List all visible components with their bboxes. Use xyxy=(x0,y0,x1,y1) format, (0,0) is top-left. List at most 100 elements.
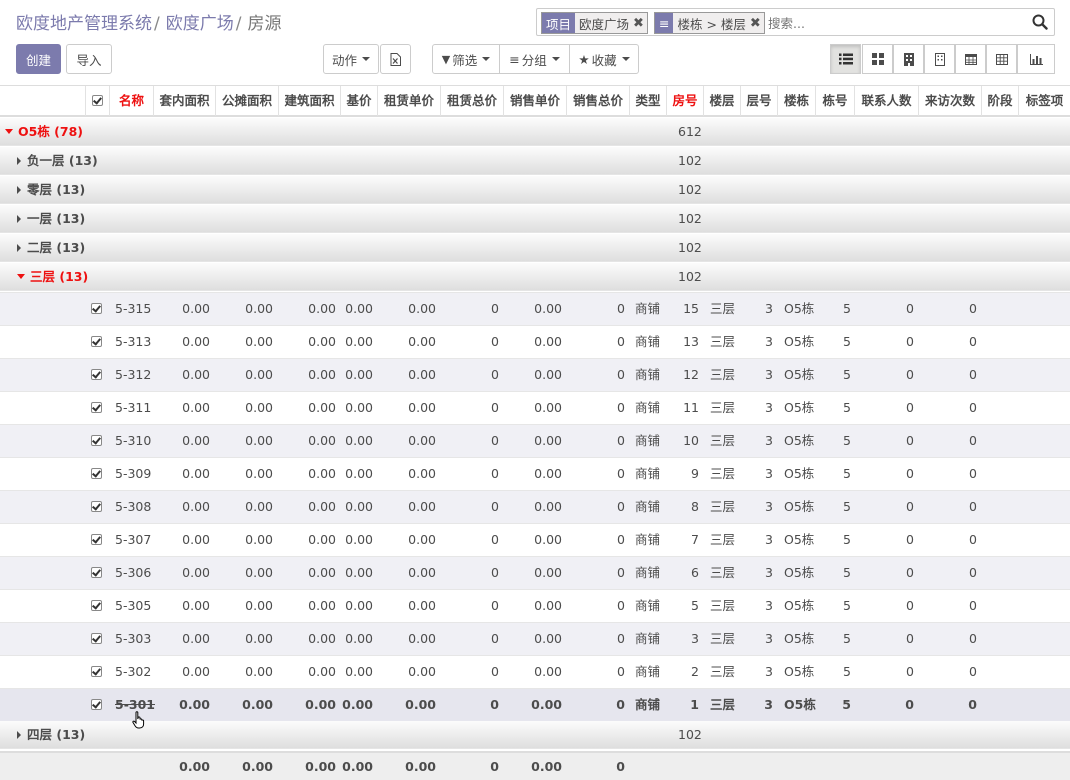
cell-floor-number: 3 xyxy=(765,400,773,415)
cell-sale-unit-price: 0.00 xyxy=(534,400,562,415)
col-base-price[interactable]: 基价 xyxy=(341,86,378,116)
row-checkbox[interactable] xyxy=(91,534,102,545)
row-checkbox[interactable] xyxy=(91,567,102,578)
cell-inner-area: 0.00 xyxy=(182,532,210,547)
cell-building-area: 0.00 xyxy=(308,664,336,679)
col-type[interactable]: 类型 xyxy=(630,86,667,116)
group-row-floor[interactable]: 负一层 (13) 102 xyxy=(0,147,1070,175)
row-checkbox[interactable] xyxy=(91,369,102,380)
cell-building: O5栋 xyxy=(784,598,815,613)
col-building[interactable]: 楼栋 xyxy=(778,86,816,116)
select-all-checkbox[interactable] xyxy=(92,95,103,106)
table-row[interactable]: 5-313 0.00 0.00 0.00 0.00 0.00 0 0.00 0 商铺 13 三层 3 O5… xyxy=(0,325,1070,358)
table-row[interactable]: 5-307 0.00 0.00 0.00 0.00 0.00 0 0.00 0 商铺 7 三层 3 O5栋… xyxy=(0,523,1070,556)
table-row[interactable]: 5-303 0.00 0.00 0.00 0.00 0.00 0 0.00 0 商铺 3 三层 3 O5栋… xyxy=(0,622,1070,655)
cell-rent-total: 0 xyxy=(491,334,499,349)
cell-building-area: 0.00 xyxy=(308,367,336,382)
group-row-floor[interactable]: 二层 (13) 102 xyxy=(0,234,1070,262)
cell-floor: 三层 xyxy=(710,301,736,316)
col-floor[interactable]: 楼层 xyxy=(704,86,741,116)
remove-facet-icon[interactable]: ✖ xyxy=(633,16,647,31)
search-input[interactable] xyxy=(766,13,1000,33)
report-view-button[interactable] xyxy=(924,44,955,74)
graph-view-button[interactable] xyxy=(1017,44,1055,74)
import-button[interactable]: 导入 xyxy=(66,44,112,74)
cell-base-price: 0.00 xyxy=(345,301,373,316)
calendar-view-button[interactable] xyxy=(955,44,986,74)
col-rent-total[interactable]: 租赁总价 xyxy=(441,86,504,116)
table-row[interactable]: 5-310 0.00 0.00 0.00 0.00 0.00 0 0.00 0 商铺 10 三层 3 O5… xyxy=(0,424,1070,457)
group-row-building[interactable]: O5栋 (78) 612 xyxy=(0,118,1070,146)
cell-room-number: 9 xyxy=(691,466,699,481)
cell-floor-number: 3 xyxy=(765,664,773,679)
cell-floor-number: 3 xyxy=(765,433,773,448)
col-building-number[interactable]: 栋号 xyxy=(816,86,855,116)
table-row[interactable]: 5-301 0.00 0.00 0.00 0.00 0.00 0 0.00 0 商铺 1 三层 3 O5栋… xyxy=(0,688,1070,721)
action-dropdown[interactable]: 动作 xyxy=(323,44,379,74)
col-rent-unit-price[interactable]: 租赁单价 xyxy=(378,86,441,116)
row-checkbox[interactable] xyxy=(91,336,102,347)
table-row[interactable]: 5-302 0.00 0.00 0.00 0.00 0.00 0 0.00 0 商铺 2 三层 3 O5栋… xyxy=(0,655,1070,688)
group-row-floor[interactable]: 一层 (13) 102 xyxy=(0,205,1070,233)
group-row-floor[interactable]: 四层 (13) 102 xyxy=(0,721,1070,749)
table-row[interactable]: 5-306 0.00 0.00 0.00 0.00 0.00 0 0.00 0 商铺 6 三层 3 O5栋… xyxy=(0,556,1070,589)
col-stage[interactable]: 阶段 xyxy=(982,86,1019,116)
create-button[interactable]: 创建 xyxy=(16,44,61,74)
col-building-area[interactable]: 建筑面积 xyxy=(279,86,341,116)
row-checkbox[interactable] xyxy=(91,435,102,446)
table-row[interactable]: 5-315 0.00 0.00 0.00 0.00 0.00 0 0.00 0 商铺 15 三层 3 O5… xyxy=(0,292,1070,325)
cell-shared-area: 0.00 xyxy=(245,499,273,514)
col-sale-unit-price[interactable]: 销售单价 xyxy=(504,86,567,116)
table-row[interactable]: 5-309 0.00 0.00 0.00 0.00 0.00 0 0.00 0 商铺 9 三层 3 O5栋… xyxy=(0,457,1070,490)
row-checkbox[interactable] xyxy=(91,303,102,314)
group-row-floor[interactable]: 零层 (13) 102 xyxy=(0,176,1070,204)
breadcrumb-root[interactable]: 欧度地产管理系统 xyxy=(16,14,152,34)
form-view-button[interactable] xyxy=(893,44,924,74)
cell-room-number: 5 xyxy=(691,598,699,613)
favorites-dropdown[interactable]: ★ 收藏 xyxy=(569,44,639,74)
col-floor-number[interactable]: 层号 xyxy=(741,86,778,116)
row-checkbox[interactable] xyxy=(91,501,102,512)
calendar-icon xyxy=(964,54,977,65)
total-inner-area: 0.00 xyxy=(179,759,210,774)
export-excel-button[interactable] xyxy=(380,44,411,74)
remove-facet-icon[interactable]: ✖ xyxy=(750,16,764,31)
row-checkbox[interactable] xyxy=(91,600,102,611)
group-by-dropdown[interactable]: ≡ 分组 xyxy=(499,44,570,74)
col-sale-total[interactable]: 销售总价 xyxy=(567,86,630,116)
table-row[interactable]: 5-311 0.00 0.00 0.00 0.00 0.00 0 0.00 0 商铺 11 三层 3 O5… xyxy=(0,391,1070,424)
pivot-view-button[interactable] xyxy=(986,44,1017,74)
row-checkbox[interactable] xyxy=(91,402,102,413)
filter-dropdown[interactable]: ▼ 筛选 xyxy=(432,44,500,74)
list-header: 名称 套内面积 公摊面积 建筑面积 基价 租赁单价 租赁总价 销售单价 销售总价… xyxy=(0,85,1070,117)
breadcrumb-parent[interactable]: 欧度广场 xyxy=(166,14,234,34)
row-checkbox[interactable] xyxy=(91,468,102,479)
col-name[interactable]: 名称 xyxy=(110,86,154,116)
cell-floor: 三层 xyxy=(710,532,736,547)
cell-floor-number: 3 xyxy=(765,631,773,646)
group-label: 零层 (13) xyxy=(27,182,86,197)
col-visits-count[interactable]: 来访次数 xyxy=(919,86,982,116)
search-icon[interactable] xyxy=(1032,14,1048,30)
cell-base-price: 0.00 xyxy=(345,466,373,481)
col-shared-area[interactable]: 公摊面积 xyxy=(216,86,279,116)
col-contacts-count[interactable]: 联系人数 xyxy=(855,86,919,116)
cell-name: 5-310 xyxy=(115,433,152,448)
cell-sale-total: 0 xyxy=(617,565,625,580)
col-inner-area[interactable]: 套内面积 xyxy=(154,86,216,116)
col-room-number[interactable]: 房号 xyxy=(667,86,704,116)
cell-sale-total: 0 xyxy=(617,400,625,415)
list-view-button[interactable] xyxy=(830,44,861,74)
table-row[interactable]: 5-312 0.00 0.00 0.00 0.00 0.00 0 0.00 0 商铺 12 三层 3 O5… xyxy=(0,358,1070,391)
caret-right-icon xyxy=(17,730,21,739)
kanban-view-button[interactable] xyxy=(862,44,893,74)
row-checkbox[interactable] xyxy=(91,633,102,644)
table-row[interactable]: 5-308 0.00 0.00 0.00 0.00 0.00 0 0.00 0 商铺 8 三层 3 O5栋… xyxy=(0,490,1070,523)
row-checkbox[interactable] xyxy=(91,666,102,677)
row-checkbox[interactable] xyxy=(91,699,102,710)
group-row-floor-open[interactable]: 三层 (13) 102 xyxy=(0,263,1070,291)
col-tags[interactable]: 标签项 xyxy=(1019,86,1070,116)
caret-down-icon xyxy=(362,57,370,61)
table-row[interactable]: 5-305 0.00 0.00 0.00 0.00 0.00 0 0.00 0 商铺 5 三层 3 O5栋… xyxy=(0,589,1070,622)
cell-visits-count: 0 xyxy=(969,334,977,349)
